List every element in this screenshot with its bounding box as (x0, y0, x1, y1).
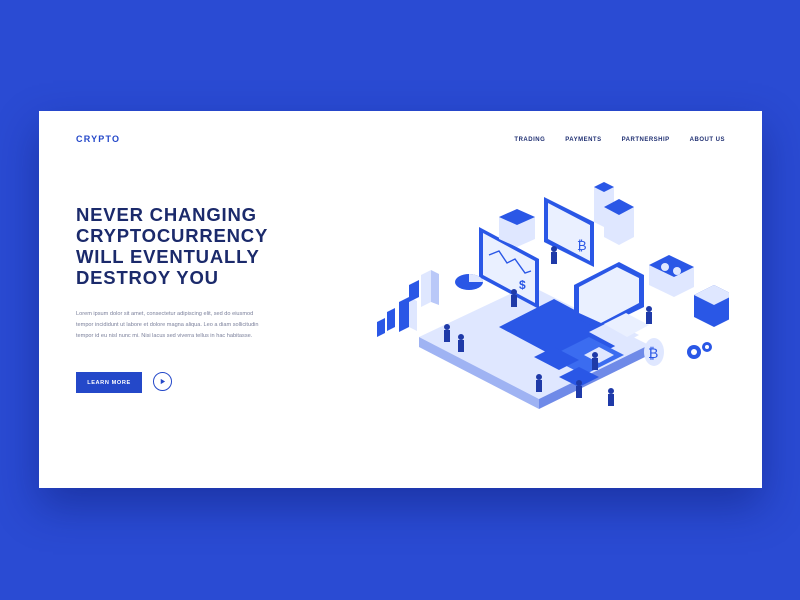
step-bar (387, 308, 395, 331)
isometric-crypto-illustration: $ ₿ ₿ (377, 182, 729, 409)
person (576, 380, 582, 386)
dollar-icon: $ (519, 278, 526, 292)
person (551, 246, 557, 252)
step-bar (377, 318, 385, 337)
nav-trading[interactable]: TRADING (514, 137, 545, 143)
hero-title: NEVER CHANGING CRYPTOCURRENCY WILL EVENT… (76, 204, 296, 288)
person (536, 374, 542, 380)
description-line: tempor id eu nisl nunc mi. Nisi lacus se… (76, 332, 253, 339)
person (646, 306, 652, 312)
nav-payments[interactable]: PAYMENTS (565, 137, 601, 143)
landing-card: CRYPTO TRADING PAYMENTS PARTNERSHIP ABOU… (39, 111, 762, 488)
nav-partnership[interactable]: PARTNERSHIP (622, 137, 670, 143)
logo[interactable]: CRYPTO (76, 134, 120, 144)
hero-title-line: DESTROY YOU (76, 267, 219, 288)
step-bar (409, 280, 419, 302)
person (592, 352, 598, 358)
bitcoin-icon: ₿ (648, 346, 658, 362)
person (608, 388, 614, 394)
main-nav: TRADING PAYMENTS PARTNERSHIP ABOUT US (514, 137, 725, 143)
learn-more-button[interactable]: LEARN MORE (76, 372, 142, 393)
description-line: Lorem ipsum dolor sit amet, consectetur … (76, 311, 254, 317)
hero-title-line: CRYPTOCURRENCY (76, 225, 269, 246)
person (511, 289, 517, 295)
hero-title-line: NEVER CHANGING (76, 204, 257, 225)
hero-title-line: WILL EVENTUALLY (76, 246, 260, 267)
bitcoin-icon: ₿ (577, 239, 587, 254)
step-bar (399, 297, 409, 332)
play-video-button[interactable] (153, 372, 172, 391)
play-icon (160, 378, 166, 385)
nav-about-us[interactable]: ABOUT US (690, 137, 725, 143)
step-bar (421, 270, 431, 307)
description-line: tempor incididunt ut labore et dolore ma… (76, 321, 259, 328)
hero-description: Lorem ipsum dolor sit amet, consectetur … (76, 309, 286, 341)
person (444, 324, 450, 330)
gear-icon (687, 342, 712, 359)
person (458, 334, 464, 340)
